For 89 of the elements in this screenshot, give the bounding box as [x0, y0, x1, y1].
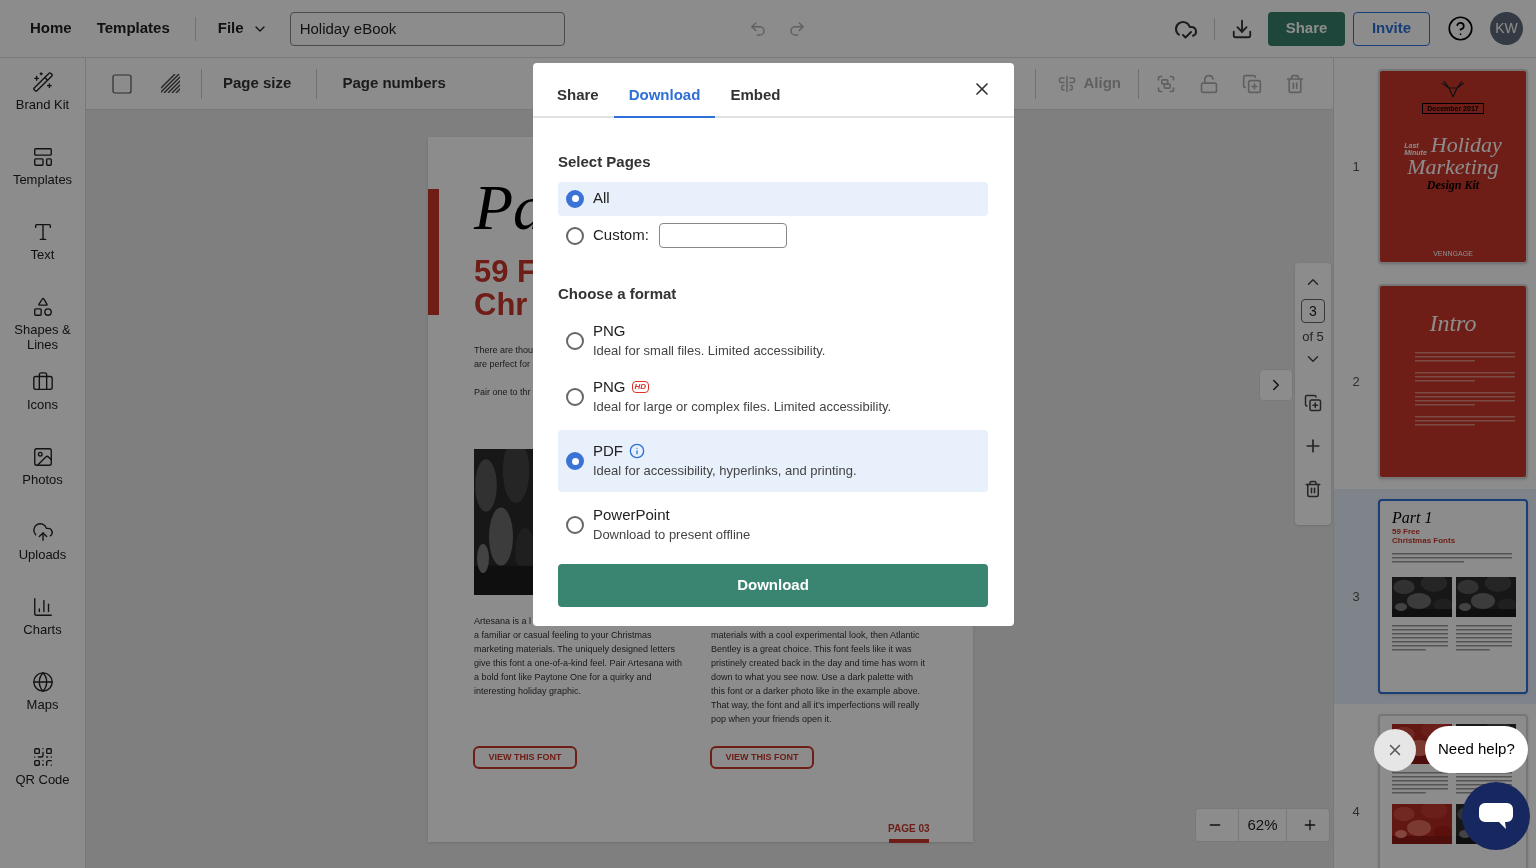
sidebar-item[interactable]: Text [2, 218, 83, 293]
layout-icon [31, 146, 54, 168]
radio-button[interactable] [566, 388, 584, 406]
sidebar-item[interactable]: Photos [2, 443, 83, 518]
invite-button[interactable]: Invite [1353, 11, 1430, 46]
cover-title: Holiday [1430, 134, 1502, 156]
zoom-level[interactable]: 62% [1238, 809, 1287, 841]
cover-title: Marketing [1407, 156, 1499, 178]
text-lines-drawing [1392, 772, 1448, 796]
view-font-button[interactable]: VIEW THIS FONT [473, 746, 577, 769]
sidebar-item[interactable]: Shapes & Lines [2, 293, 83, 368]
upload-icon [31, 521, 54, 543]
file-menu[interactable]: File [217, 17, 268, 40]
page-number: 4 [1351, 802, 1361, 821]
section-title: Select Pages [558, 152, 652, 172]
sidebar-item[interactable]: Charts [2, 593, 83, 668]
page-number: 1 [1351, 157, 1361, 176]
document-title-field[interactable]: Holiday eBook [289, 11, 565, 46]
format-name: PNG [593, 321, 626, 341]
page-thumbnail[interactable]: Intro [1378, 284, 1528, 479]
radio-button[interactable] [566, 189, 584, 208]
briefcase-icon [31, 371, 54, 393]
sidebar-item[interactable]: Uploads [2, 518, 83, 593]
shapes-icon [31, 296, 54, 318]
format-name: PowerPoint [593, 505, 670, 525]
sidebar-item[interactable]: Brand Kit [2, 68, 83, 143]
image-icon [31, 446, 54, 468]
page-subtitle: 59 Free [1392, 527, 1422, 536]
radio-button[interactable] [566, 452, 584, 470]
radio-button[interactable] [566, 516, 584, 534]
view-font-button[interactable]: VIEW THIS FONT [710, 746, 814, 769]
user-avatar[interactable]: KW [1490, 12, 1523, 45]
globe-icon [31, 671, 54, 693]
help-icon[interactable] [1447, 15, 1474, 42]
wand-icon [31, 71, 54, 93]
page-number: 3 [1351, 587, 1361, 606]
page-title: Part 1 [1392, 509, 1434, 527]
duplicate-page-icon[interactable] [1304, 394, 1322, 412]
intro-text: Pair one to thr [474, 386, 531, 399]
sidebar-item[interactable]: QR Code [2, 743, 83, 818]
page-title: Intro [1429, 310, 1477, 336]
page-thumbnail[interactable]: Part 1 59 Free Christmas Fonts [1378, 499, 1528, 694]
page-numbers-button[interactable]: Page numbers [342, 72, 446, 95]
delete-page-icon[interactable] [1304, 480, 1322, 498]
format-name: PDF [593, 441, 623, 461]
chat-bubble-icon [1479, 803, 1513, 829]
share-button[interactable]: Share [1268, 11, 1345, 46]
info-icon[interactable] [629, 443, 645, 459]
format-description: Ideal for accessibility, hyperlinks, and printing. [593, 462, 857, 480]
page-size-button[interactable]: Page size [223, 72, 292, 95]
current-page-field[interactable]: 3 [1301, 299, 1325, 323]
page-subheading: Chr [474, 288, 528, 321]
option-label: Custom: [593, 225, 649, 246]
radio-button[interactable] [566, 332, 584, 350]
option-label: All [593, 188, 610, 209]
hd-tag: HD [631, 381, 650, 393]
format-description: Download to present offline [593, 526, 751, 544]
align-icon [1057, 74, 1076, 93]
page-number: 2 [1351, 372, 1361, 391]
format-description: Ideal for large or complex files. Limited accessibility. [593, 398, 892, 416]
font-description: materials with a cool experimental look, then Atlantic Bentley is a great choice. This font feels like it was pristinely created back in the day and time has worn it down to what you see now. Use a dark palette with this font or a darker photo like in the example above. That way, the font and all it’s imperfections will really pop when your friends open it. [711, 629, 927, 726]
sidebar-item[interactable]: Maps [2, 668, 83, 743]
nav-link[interactable]: Home [30, 17, 72, 40]
chart-icon [31, 596, 54, 618]
sidebar-item[interactable]: Templates [2, 143, 83, 218]
zoom-in-icon[interactable] [1302, 817, 1318, 833]
sidebar-item[interactable]: Icons [2, 368, 83, 443]
intro-text: There are thou [474, 344, 534, 357]
text-lines-drawing [1456, 625, 1512, 653]
download-button[interactable]: Download [558, 564, 988, 607]
format-description: Ideal for small files. Limited accessibility. [593, 342, 826, 360]
custom-pages-field[interactable] [658, 223, 787, 248]
intro-text: are perfect for [474, 358, 531, 371]
page-total: of 5 [1302, 329, 1324, 344]
qr-code-icon [31, 746, 54, 768]
hatch-pattern-icon[interactable] [161, 74, 180, 93]
radio-button[interactable] [566, 226, 584, 245]
format-name: PNG [593, 377, 626, 397]
dialog-tab[interactable]: Download [613, 74, 716, 118]
nav-link[interactable]: Templates [96, 17, 170, 40]
section-title: Choose a format [558, 283, 678, 304]
page-label: PAGE 03 [888, 822, 930, 836]
font-description: a familiar or casual feeling to your Christmas marketing materials. The uniquely designed letters give this font a one-of-a-kind feel. Pair Artesana with a bold font like Paytone One for a quirky and interesting holiday graphic. [474, 629, 684, 698]
text-lines-drawing [1392, 625, 1448, 653]
cover-subtitle: Design Kit [1426, 178, 1480, 192]
download-icon[interactable] [1231, 17, 1253, 40]
dialog-tab[interactable]: Embed [715, 74, 796, 118]
page-subtitle: Christmas Fonts [1392, 536, 1457, 545]
dialog-tab[interactable]: Share [542, 74, 614, 118]
